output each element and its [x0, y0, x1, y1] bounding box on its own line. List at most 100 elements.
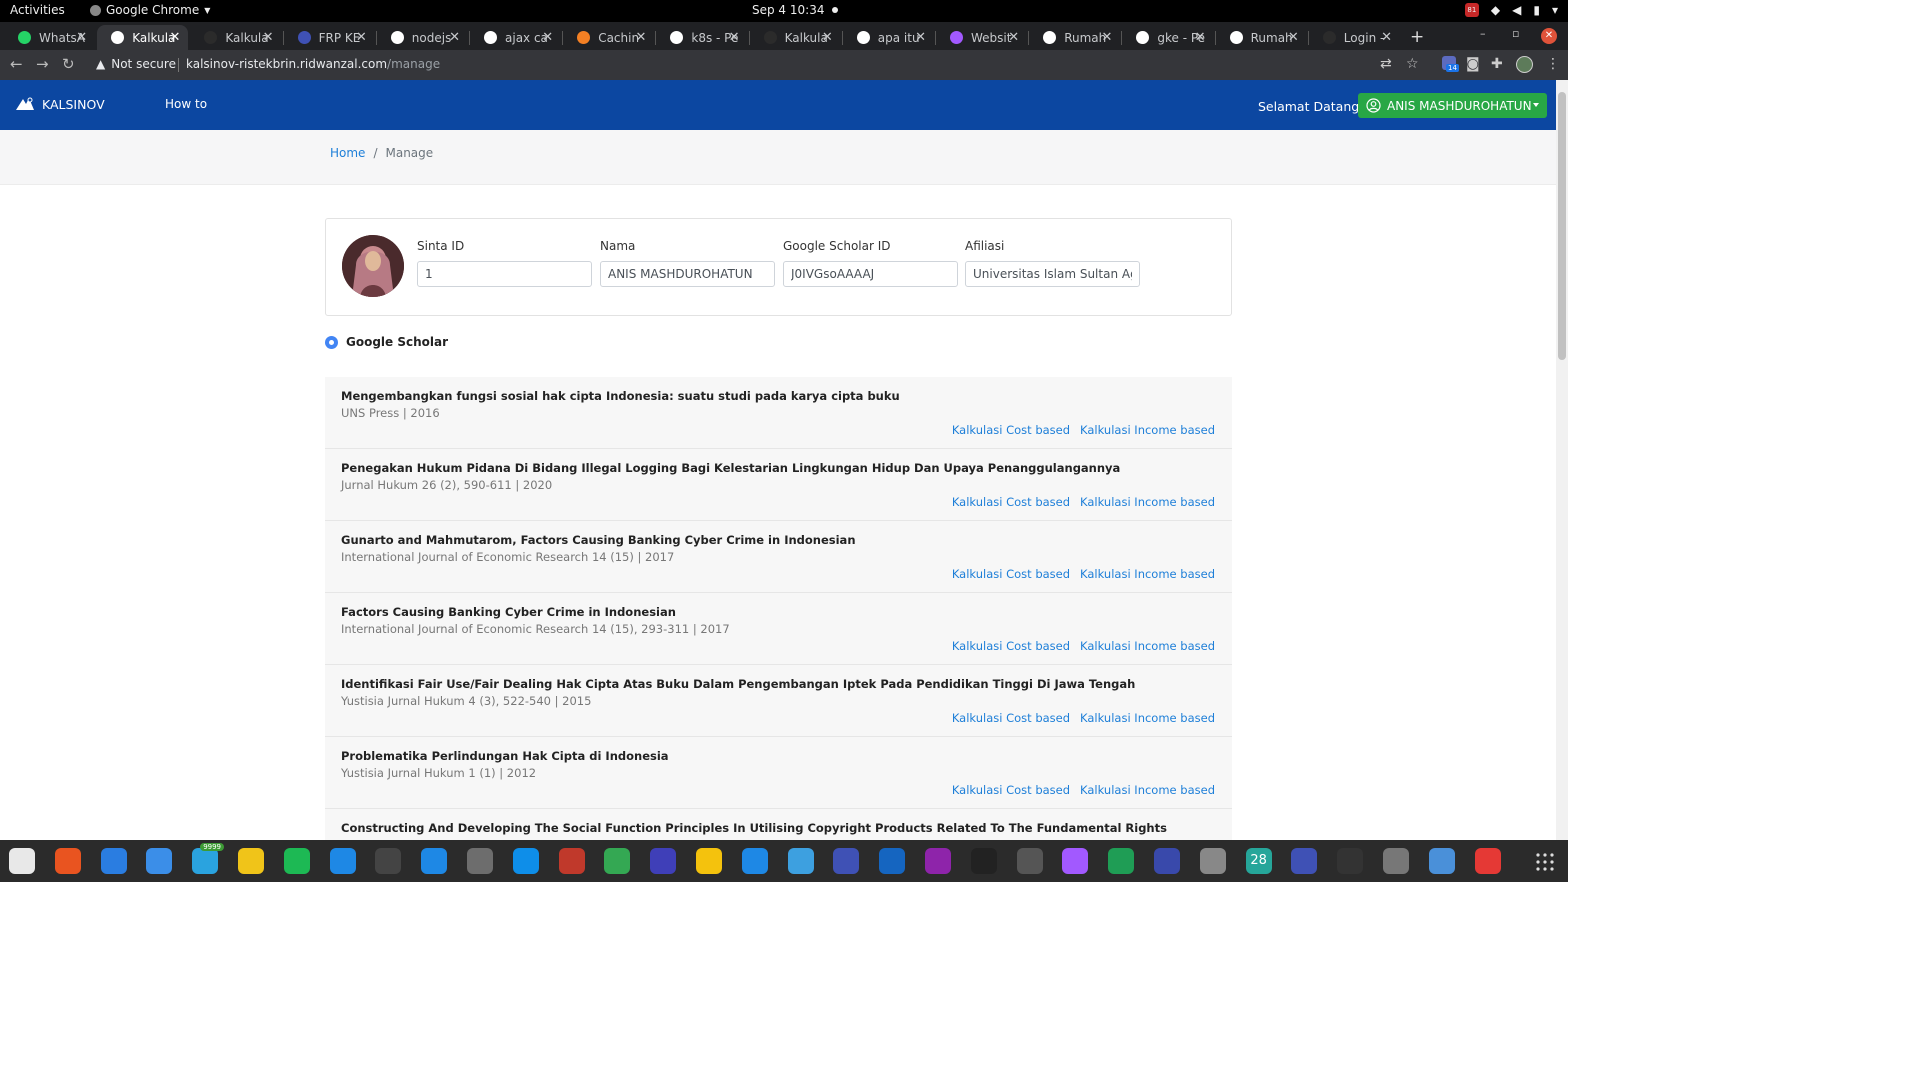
afiliasi-input[interactable]	[965, 261, 1140, 287]
alert-icon[interactable]	[1474, 848, 1501, 874]
tab-close-icon[interactable]: ✕	[169, 30, 180, 45]
tab-close-icon[interactable]: ✕	[1288, 30, 1299, 45]
cost-based-link[interactable]: Kalkulasi Cost based	[952, 423, 1070, 437]
vscode-icon[interactable]	[421, 848, 448, 874]
scholar-id-input[interactable]	[783, 261, 958, 287]
puzzle-icon[interactable]: ✚	[1491, 56, 1503, 72]
rhythmbox-icon[interactable]	[238, 848, 264, 874]
income-based-link[interactable]: Kalkulasi Income based	[1080, 783, 1215, 797]
browser-tab[interactable]: Cachin ✕	[563, 25, 654, 50]
browser-tab[interactable]: ajax ca ✕	[470, 25, 561, 50]
disk-icon[interactable]	[1199, 848, 1226, 874]
profile-avatar-icon[interactable]	[1516, 56, 1533, 73]
cost-based-link[interactable]: Kalkulasi Cost based	[952, 783, 1070, 797]
tab-close-icon[interactable]: ✕	[1195, 30, 1206, 45]
firefox-dev-icon[interactable]	[925, 848, 951, 874]
bucket-icon[interactable]	[696, 848, 722, 874]
back-button[interactable]: ←	[10, 55, 23, 73]
figma-icon[interactable]	[1062, 848, 1089, 874]
translate-icon[interactable]: ⇄	[1380, 56, 1392, 72]
browser-tab[interactable]: Kalkula ✕	[190, 25, 281, 50]
tab-close-icon[interactable]: ✕	[1008, 30, 1019, 45]
tab-close-icon[interactable]: ✕	[542, 30, 553, 45]
browser-tab[interactable]: k8s - Pe ✕	[656, 25, 747, 50]
clock[interactable]: Sep 4 10:34	[752, 3, 839, 17]
inkscape-icon[interactable]	[970, 848, 997, 874]
code-editor-icon[interactable]	[787, 848, 814, 874]
spotify-icon[interactable]	[283, 848, 310, 874]
text-editor-icon[interactable]	[1428, 848, 1455, 874]
browser-tab[interactable]: FRP KE ✕	[284, 25, 375, 50]
sheets-icon[interactable]	[1108, 848, 1135, 874]
income-based-link[interactable]: Kalkulasi Income based	[1080, 423, 1215, 437]
system-tray[interactable]: 81 ◆ ◀ ▮ ▾	[1464, 3, 1558, 17]
cost-based-link[interactable]: Kalkulasi Cost based	[952, 567, 1070, 581]
telegram-icon[interactable]	[192, 848, 219, 874]
help-icon[interactable]	[741, 848, 768, 874]
browser-tab[interactable]: Kalkula ✕	[750, 25, 841, 50]
tab-close-icon[interactable]: ✕	[822, 30, 833, 45]
minimize-button[interactable]: –	[1480, 27, 1486, 40]
browser-tab[interactable]: gke - Pe ✕	[1122, 25, 1213, 50]
page-scrollbar-thumb[interactable]	[1558, 92, 1566, 360]
how-to-link[interactable]: How to	[165, 97, 207, 111]
tab-close-icon[interactable]: ✕	[635, 30, 646, 45]
brand-link[interactable]: KALSINOV	[15, 96, 105, 112]
browser-tab[interactable]: Websit ✕	[936, 25, 1027, 50]
camera-icon[interactable]: ◙	[1466, 56, 1480, 72]
tab-close-icon[interactable]: ✕	[915, 30, 926, 45]
income-based-link[interactable]: Kalkulasi Income based	[1080, 567, 1215, 581]
library-icon[interactable]	[558, 848, 585, 874]
forward-button[interactable]: →	[36, 55, 49, 73]
gear-icon[interactable]	[1383, 848, 1409, 874]
cost-based-link[interactable]: Kalkulasi Cost based	[952, 711, 1070, 725]
cost-based-link[interactable]: Kalkulasi Cost based	[952, 495, 1070, 509]
gimp-icon[interactable]	[467, 848, 493, 874]
breadcrumb-home-link[interactable]: Home	[330, 146, 365, 160]
browser-tab[interactable]: WhatsA ✕	[4, 25, 95, 50]
software-center-icon[interactable]	[54, 848, 81, 874]
network-icon[interactable]	[100, 848, 127, 874]
tab-close-icon[interactable]: ✕	[76, 30, 87, 45]
close-window-button[interactable]: ✕	[1541, 28, 1557, 44]
tab-close-icon[interactable]: ✕	[1381, 30, 1392, 45]
extension-icon[interactable]: 14	[1442, 56, 1459, 72]
teamviewer-icon[interactable]	[512, 848, 539, 874]
chrome-icon[interactable]	[604, 848, 631, 874]
system-monitor-icon[interactable]	[375, 848, 402, 874]
eclipse-icon[interactable]	[650, 848, 677, 874]
security-indicator[interactable]: ▲ Not secure	[96, 57, 176, 71]
thunderbird-icon[interactable]	[146, 848, 173, 874]
app-menu[interactable]: Google Chrome ▼	[90, 3, 210, 17]
browser-tab[interactable]: nodejs ✕	[377, 25, 468, 50]
tab-close-icon[interactable]: ✕	[263, 30, 274, 45]
settings-app-icon[interactable]	[833, 848, 860, 874]
cost-based-link[interactable]: Kalkulasi Cost based	[952, 639, 1070, 653]
browser-tab[interactable]: apa itu ✕	[843, 25, 934, 50]
tab-close-icon[interactable]: ✕	[449, 30, 460, 45]
activities-button[interactable]: Activities	[10, 3, 65, 17]
files-icon[interactable]	[9, 848, 35, 874]
bug-icon[interactable]	[1016, 848, 1043, 874]
browser-tab[interactable]: Kalkula ✕	[97, 25, 189, 50]
screenshot-icon[interactable]	[1291, 848, 1318, 874]
tab-close-icon[interactable]: ✕	[356, 30, 367, 45]
tab-close-icon[interactable]: ✕	[729, 30, 740, 45]
browser-tab[interactable]: Rumah ✕	[1029, 25, 1120, 50]
new-tab-button[interactable]: +	[1410, 27, 1424, 47]
address-bar[interactable]: kalsinov-ristekbrin.ridwanzal.com/manage	[186, 57, 440, 71]
simplenote-icon[interactable]	[879, 848, 906, 874]
income-based-link[interactable]: Kalkulasi Income based	[1080, 639, 1215, 653]
writer-icon[interactable]	[329, 848, 356, 874]
user-menu-button[interactable]: ANIS MASHDUROHATUN	[1358, 93, 1547, 118]
income-based-link[interactable]: Kalkulasi Income based	[1080, 711, 1215, 725]
browser-tab[interactable]: Rumah ✕	[1216, 25, 1307, 50]
kebab-menu-icon[interactable]: ⋮	[1546, 56, 1560, 72]
reload-button[interactable]: ↻	[62, 55, 75, 73]
package-icon[interactable]	[1154, 848, 1180, 874]
terminal-icon[interactable]	[1337, 848, 1364, 874]
show-apps-grid-icon[interactable]	[1535, 852, 1555, 872]
income-based-link[interactable]: Kalkulasi Income based	[1080, 495, 1215, 509]
nama-input[interactable]	[600, 261, 775, 287]
tab-close-icon[interactable]: ✕	[1101, 30, 1112, 45]
